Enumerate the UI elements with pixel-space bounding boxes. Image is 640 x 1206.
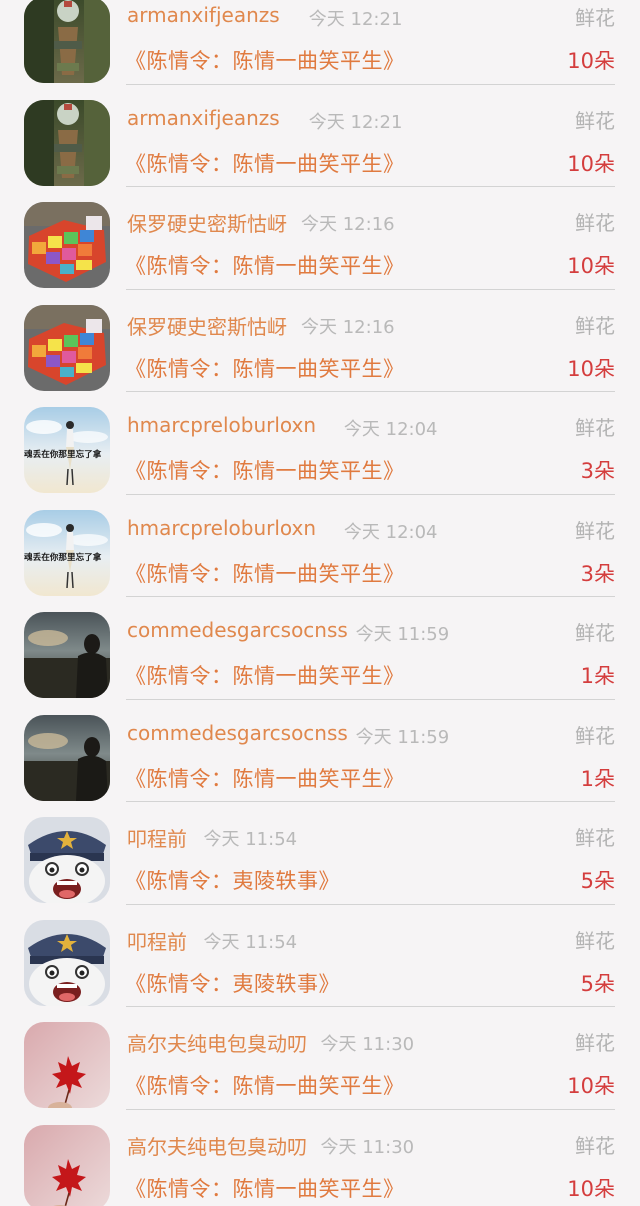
gift-record-row[interactable]: 魂丢在你那里忘了拿 hmarcpreloburloxn 今天 12:04 鲜花《陈情令… bbox=[0, 392, 640, 495]
gift-count: 10朵 bbox=[567, 1074, 615, 1098]
user-avatar[interactable] bbox=[24, 817, 110, 903]
gift-type-label: 鲜花 bbox=[575, 723, 615, 748]
user-avatar[interactable] bbox=[24, 0, 110, 83]
gift-type-label: 鲜花 bbox=[575, 211, 615, 235]
timestamp: 今天 11:54 bbox=[203, 931, 298, 953]
username-link[interactable]: 叩程前 bbox=[127, 823, 187, 852]
gift-record-row[interactable]: 叩程前 今天 11:54 鲜花《陈情令：夷陵轶事》 5朵 bbox=[0, 802, 640, 905]
gift-count: 10朵 bbox=[567, 1176, 615, 1201]
book-title-link[interactable]: 《陈情令：夷陵轶事》 bbox=[125, 865, 340, 895]
user-avatar[interactable] bbox=[24, 612, 110, 698]
avatar-caption-text: 魂丢在你那里忘了拿 bbox=[24, 448, 102, 460]
gift-type-label: 鲜花 bbox=[575, 1133, 615, 1158]
timestamp: 今天 11:59 bbox=[355, 624, 450, 645]
gift-record-row[interactable]: commedesgarcsocnss 今天 11:59 鲜花《陈情令：陈情一曲笑平生… bbox=[0, 597, 640, 700]
user-avatar[interactable]: 魂丢在你那里忘了拿 bbox=[24, 407, 110, 493]
user-avatar[interactable] bbox=[24, 714, 110, 801]
book-title-link[interactable]: 《陈情令：陈情一曲笑平生》 bbox=[125, 148, 405, 178]
gift-record-row[interactable]: 魂丢在你那里忘了拿 hmarcpreloburloxn 今天 12:04 鲜花《陈情令… bbox=[0, 495, 640, 597]
gift-count: 3朵 bbox=[580, 459, 615, 483]
timestamp: 今天 12:04 bbox=[343, 419, 438, 440]
book-title-link[interactable]: 《陈情令：陈情一曲笑平生》 bbox=[125, 1070, 405, 1100]
timestamp: 今天 12:16 bbox=[301, 316, 395, 338]
timestamp: 今天 11:30 bbox=[320, 1136, 415, 1158]
gift-record-row[interactable]: 保罗硬史密斯怙岈 今天 12:16 鲜花《陈情令：陈情一曲笑平生》 10朵 bbox=[0, 187, 640, 290]
book-title-link[interactable]: 《陈情令：陈情一曲笑平生》 bbox=[125, 455, 405, 485]
timestamp: 今天 11:30 bbox=[320, 1034, 415, 1055]
gift-count: 1朵 bbox=[580, 664, 615, 688]
gift-record-row[interactable]: 保罗硬史密斯怙岈 今天 12:16 鲜花《陈情令：陈情一曲笑平生》 10朵 bbox=[0, 290, 640, 392]
user-avatar[interactable] bbox=[24, 202, 110, 288]
username-link[interactable]: 保罗硬史密斯怙岈 bbox=[127, 311, 287, 340]
gift-record-row[interactable]: 高尔夫纯电包臭动叨 今天 11:30 鲜花《陈情令：陈情一曲笑平生》 10朵 bbox=[0, 1007, 640, 1110]
gift-record-row[interactable]: commedesgarcsocnss 今天 11:59 鲜花《陈情令：陈情一曲笑平生… bbox=[0, 700, 640, 802]
username-link[interactable]: 高尔夫纯电包臭动叨 bbox=[127, 1131, 307, 1160]
gift-count: 5朵 bbox=[580, 971, 615, 996]
book-title-link[interactable]: 《陈情令：陈情一曲笑平生》 bbox=[125, 353, 405, 383]
book-title-link[interactable]: 《陈情令：陈情一曲笑平生》 bbox=[125, 250, 405, 280]
gift-record-row[interactable]: 高尔夫纯电包臭动叨 今天 11:30 鲜花《陈情令：陈情一曲笑平生》 10朵 bbox=[0, 1110, 640, 1206]
user-avatar[interactable] bbox=[24, 304, 110, 391]
user-avatar[interactable] bbox=[24, 919, 110, 1006]
book-title-link[interactable]: 《陈情令：陈情一曲笑平生》 bbox=[125, 660, 405, 690]
gift-count: 3朵 bbox=[580, 561, 615, 586]
avatar-caption-text: 魂丢在你那里忘了拿 bbox=[24, 551, 102, 563]
username-link[interactable]: 叩程前 bbox=[127, 926, 187, 955]
gift-record-row[interactable]: armanxifjeanzs 今天 12:21 鲜花《陈情令：陈情一曲笑平生》 10朵 bbox=[0, 85, 640, 187]
username-link[interactable]: armanxifjeanzs bbox=[127, 106, 280, 130]
gift-count: 1朵 bbox=[580, 766, 615, 791]
timestamp: 今天 12:21 bbox=[308, 111, 403, 133]
gift-type-label: 鲜花 bbox=[575, 6, 615, 30]
book-title-link[interactable]: 《陈情令：陈情一曲笑平生》 bbox=[125, 763, 405, 793]
gift-type-label: 鲜花 bbox=[575, 416, 615, 440]
timestamp: 今天 11:54 bbox=[203, 829, 298, 850]
user-avatar[interactable] bbox=[24, 1124, 110, 1206]
gift-type-label: 鲜花 bbox=[575, 518, 615, 543]
gift-count: 10朵 bbox=[567, 356, 615, 381]
timestamp: 今天 12:16 bbox=[301, 214, 395, 235]
gift-count: 10朵 bbox=[567, 49, 615, 73]
username-link[interactable]: 保罗硬史密斯怙岈 bbox=[127, 208, 287, 237]
timestamp: 今天 11:59 bbox=[355, 726, 450, 748]
username-link[interactable]: hmarcpreloburloxn bbox=[127, 516, 316, 540]
book-title-link[interactable]: 《陈情令：陈情一曲笑平生》 bbox=[125, 45, 405, 75]
book-title-link[interactable]: 《陈情令：陈情一曲笑平生》 bbox=[125, 558, 405, 588]
gift-type-label: 鲜花 bbox=[575, 928, 615, 953]
gift-type-label: 鲜花 bbox=[575, 1031, 615, 1055]
gift-type-label: 鲜花 bbox=[575, 621, 615, 645]
username-link[interactable]: hmarcpreloburloxn bbox=[127, 413, 316, 437]
timestamp: 今天 12:21 bbox=[308, 9, 403, 30]
username-link[interactable]: commedesgarcsocnss bbox=[127, 618, 348, 642]
gift-type-label: 鲜花 bbox=[575, 313, 615, 338]
user-avatar[interactable] bbox=[24, 1022, 110, 1108]
username-link[interactable]: commedesgarcsocnss bbox=[127, 721, 348, 745]
gift-record-list: armanxifjeanzs 今天 12:21 鲜花 《陈情令：陈情一曲笑平生》 10朵… bbox=[0, 0, 640, 1206]
gift-record-row[interactable]: armanxifjeanzs 今天 12:21 鲜花《陈情令：陈情一曲笑平生》 10朵 bbox=[0, 0, 640, 85]
gift-record-row[interactable]: 叩程前 今天 11:54 鲜花《陈情令：夷陵轶事》 5朵 bbox=[0, 905, 640, 1007]
gift-type-label: 鲜花 bbox=[575, 108, 615, 133]
username-link[interactable]: 高尔夫纯电包臭动叨 bbox=[127, 1028, 307, 1057]
book-title-link[interactable]: 《陈情令：夷陵轶事》 bbox=[125, 968, 340, 998]
gift-count: 5朵 bbox=[580, 869, 615, 893]
user-avatar[interactable] bbox=[24, 99, 110, 186]
username-link[interactable]: armanxifjeanzs bbox=[127, 3, 280, 27]
gift-type-label: 鲜花 bbox=[575, 826, 615, 850]
book-title-link[interactable]: 《陈情令：陈情一曲笑平生》 bbox=[125, 1173, 405, 1203]
timestamp: 今天 12:04 bbox=[343, 521, 438, 543]
user-avatar[interactable]: 魂丢在你那里忘了拿 bbox=[24, 509, 110, 596]
gift-count: 10朵 bbox=[567, 151, 615, 176]
gift-count: 10朵 bbox=[567, 254, 615, 278]
